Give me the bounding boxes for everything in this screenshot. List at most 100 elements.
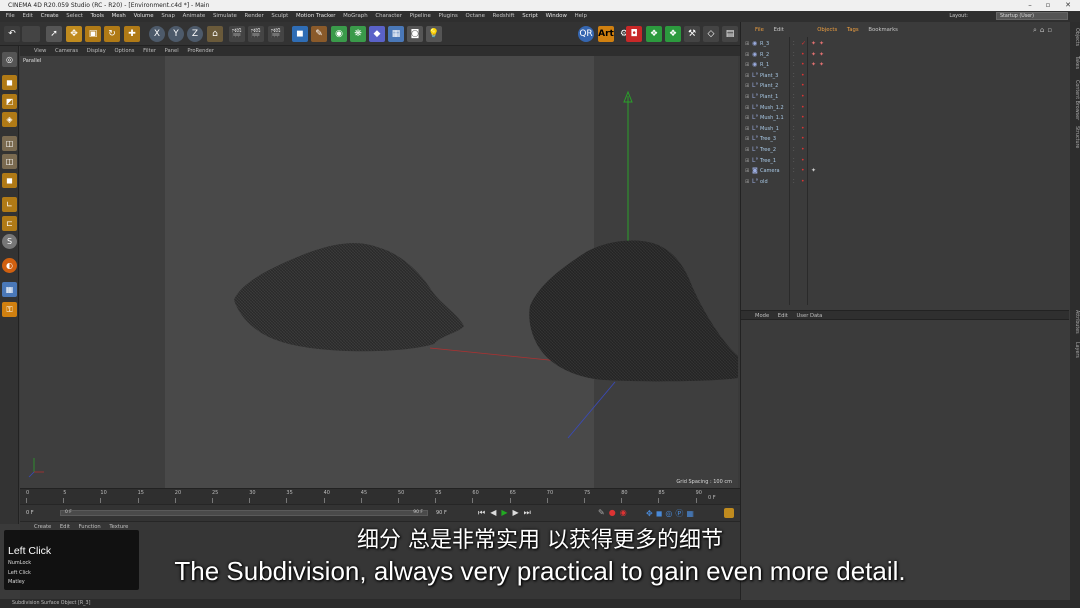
- solo-icon[interactable]: ◐: [2, 258, 17, 273]
- object-name[interactable]: Tree_2: [760, 145, 776, 155]
- visibility-dots-icon[interactable]: ⁚: [793, 103, 795, 113]
- axis-mode-icon[interactable]: ∟: [2, 197, 17, 212]
- object-row[interactable]: ⊞ L° Tree_3 ⁚ •: [741, 134, 1069, 144]
- visibility-dots-icon[interactable]: ⁚: [793, 81, 795, 91]
- add-object-icon[interactable]: ✚: [124, 26, 140, 42]
- menu-volume[interactable]: Volume: [134, 13, 154, 19]
- visibility-dots-icon[interactable]: ⁚: [793, 113, 795, 123]
- menu-select[interactable]: Select: [66, 13, 83, 19]
- viewport-menu-options[interactable]: Options: [114, 48, 134, 54]
- render-visibility-icon[interactable]: ✓: [801, 39, 806, 49]
- object-row[interactable]: ⊞ L° Tree_1 ⁚ •: [741, 156, 1069, 166]
- object-row[interactable]: ⊞ L° Plant_1 ⁚ •: [741, 92, 1069, 102]
- step-forward-icon[interactable]: ▶: [513, 508, 524, 517]
- side-tab-attributes[interactable]: Attributes: [1071, 310, 1079, 334]
- material-tags-icon[interactable]: ✦✦: [811, 60, 827, 70]
- object-row[interactable]: ⊞ L° Tree_2 ⁚ •: [741, 145, 1069, 155]
- material-tags-icon[interactable]: ✦✦: [811, 50, 827, 60]
- render-view-icon[interactable]: 🎬: [229, 26, 245, 42]
- object-row[interactable]: ⊞ L° Plant_3 ⁚ •: [741, 71, 1069, 81]
- object-row[interactable]: ⊞ L° Mush_1.2 ⁚ •: [741, 103, 1069, 113]
- expand-toggle-icon[interactable]: ⊞: [745, 156, 749, 166]
- motion-path-icon[interactable]: ✎: [598, 508, 609, 517]
- key-position-icon[interactable]: ✥: [646, 509, 656, 518]
- tweak-mode-icon[interactable]: ⊏: [2, 216, 17, 231]
- expand-toggle-icon[interactable]: ⊞: [745, 134, 749, 144]
- octane-render-icon[interactable]: ◘: [626, 26, 642, 42]
- light-icon[interactable]: 💡: [426, 26, 442, 42]
- viewport-menu-cameras[interactable]: Cameras: [55, 48, 78, 54]
- object-name[interactable]: Tree_1: [760, 156, 776, 166]
- expand-toggle-icon[interactable]: ⊞: [745, 124, 749, 134]
- scale-tool-icon[interactable]: ▣: [85, 26, 101, 42]
- expand-toggle-icon[interactable]: ⊞: [745, 113, 749, 123]
- render-visibility-icon[interactable]: •: [801, 124, 805, 134]
- menu-motion-tracker[interactable]: Motion Tracker: [296, 13, 335, 19]
- texture-mode-icon[interactable]: ◩: [2, 94, 17, 109]
- visibility-dots-icon[interactable]: ⁚: [793, 156, 795, 166]
- workplane-icon[interactable]: ◈: [2, 112, 17, 127]
- edges-mode-icon[interactable]: ◫: [2, 154, 17, 169]
- menu-window[interactable]: Window: [546, 13, 567, 19]
- rotate-tool-icon[interactable]: ↻: [104, 26, 120, 42]
- snap-icon[interactable]: S: [2, 234, 17, 249]
- render-visibility-icon[interactable]: •: [801, 134, 805, 144]
- render-visibility-icon[interactable]: •: [801, 156, 805, 166]
- object-name[interactable]: Plant_2: [760, 81, 778, 91]
- menu-pipeline[interactable]: Pipeline: [410, 13, 431, 19]
- key-scale-icon[interactable]: ◼: [656, 509, 666, 518]
- object-name[interactable]: Mush_1.1: [760, 113, 784, 123]
- menu-animate[interactable]: Animate: [183, 13, 206, 19]
- object-row[interactable]: ⊞ L° old ⁚ •: [741, 177, 1069, 187]
- side-tab-takes[interactable]: Takes: [1071, 56, 1079, 69]
- object-row[interactable]: ⊞ L° Mush_1 ⁚ •: [741, 124, 1069, 134]
- menu-sculpt[interactable]: Sculpt: [271, 13, 288, 19]
- om-more-icon[interactable]: ▫: [1047, 26, 1055, 34]
- auto-key-icon[interactable]: ◉: [620, 508, 631, 517]
- menu-redshift[interactable]: Redshift: [493, 13, 515, 19]
- menu-plugins[interactable]: Plugins: [439, 13, 458, 19]
- start-frame-field[interactable]: 0 F: [26, 510, 34, 516]
- minimize-button[interactable]: –: [1022, 0, 1038, 11]
- menu-mograph[interactable]: MoGraph: [343, 13, 367, 19]
- expand-toggle-icon[interactable]: ⊞: [745, 103, 749, 113]
- pen-spline-icon[interactable]: ✎: [311, 26, 327, 42]
- coordinate-system-icon[interactable]: ⌂: [207, 26, 223, 42]
- key-pla-icon[interactable]: ▦: [686, 509, 697, 518]
- render-visibility-icon[interactable]: •: [801, 92, 805, 102]
- side-tab-layers[interactable]: Layers: [1071, 342, 1079, 358]
- make-editable-icon[interactable]: ◎: [2, 52, 17, 67]
- menu-render[interactable]: Render: [245, 13, 264, 19]
- object-name[interactable]: R_3: [760, 39, 769, 49]
- frame-range-slider[interactable]: 0 F 90 F: [60, 510, 428, 516]
- expand-toggle-icon[interactable]: ⊞: [745, 71, 749, 81]
- render-visibility-icon[interactable]: •: [801, 166, 805, 176]
- object-row[interactable]: ⊞ ◉ R_3 ⁚ ✓ ✦✦: [741, 39, 1069, 49]
- expand-toggle-icon[interactable]: ⊞: [745, 92, 749, 102]
- expand-toggle-icon[interactable]: ⊞: [745, 50, 749, 60]
- object-name[interactable]: Mush_1: [760, 124, 779, 134]
- om-tab-objects[interactable]: Objects: [817, 27, 837, 33]
- object-name[interactable]: Tree_3: [760, 134, 776, 144]
- om-menu-file[interactable]: File: [755, 27, 764, 33]
- object-name[interactable]: R_1: [760, 60, 769, 70]
- go-to-start-icon[interactable]: ⏮: [478, 508, 490, 517]
- render-visibility-icon[interactable]: •: [801, 177, 805, 187]
- object-row[interactable]: ⊞ ◉ R_2 ⁚ • ✦✦: [741, 50, 1069, 60]
- art-plugin-icon[interactable]: Art: [598, 26, 614, 42]
- qr-plugin-icon[interactable]: QR: [578, 26, 594, 42]
- object-name[interactable]: old: [760, 177, 768, 187]
- viewport-menu-filter[interactable]: Filter: [143, 48, 156, 54]
- render-visibility-icon[interactable]: •: [801, 113, 805, 123]
- menu-edit[interactable]: Edit: [22, 13, 32, 19]
- object-name[interactable]: Mush_1.2: [760, 103, 784, 113]
- om-tab-tags[interactable]: Tags: [847, 27, 859, 33]
- visibility-dots-icon[interactable]: ⁚: [793, 145, 795, 155]
- expand-toggle-icon[interactable]: ⊞: [745, 177, 749, 187]
- play-icon[interactable]: ▶: [501, 508, 512, 517]
- object-name[interactable]: Plant_1: [760, 92, 778, 102]
- side-tab-structure[interactable]: Structure: [1071, 126, 1079, 148]
- cube-primitive-icon[interactable]: ◼: [292, 26, 308, 42]
- viewport-menu-display[interactable]: Display: [87, 48, 106, 54]
- visibility-dots-icon[interactable]: ⁚: [793, 50, 795, 60]
